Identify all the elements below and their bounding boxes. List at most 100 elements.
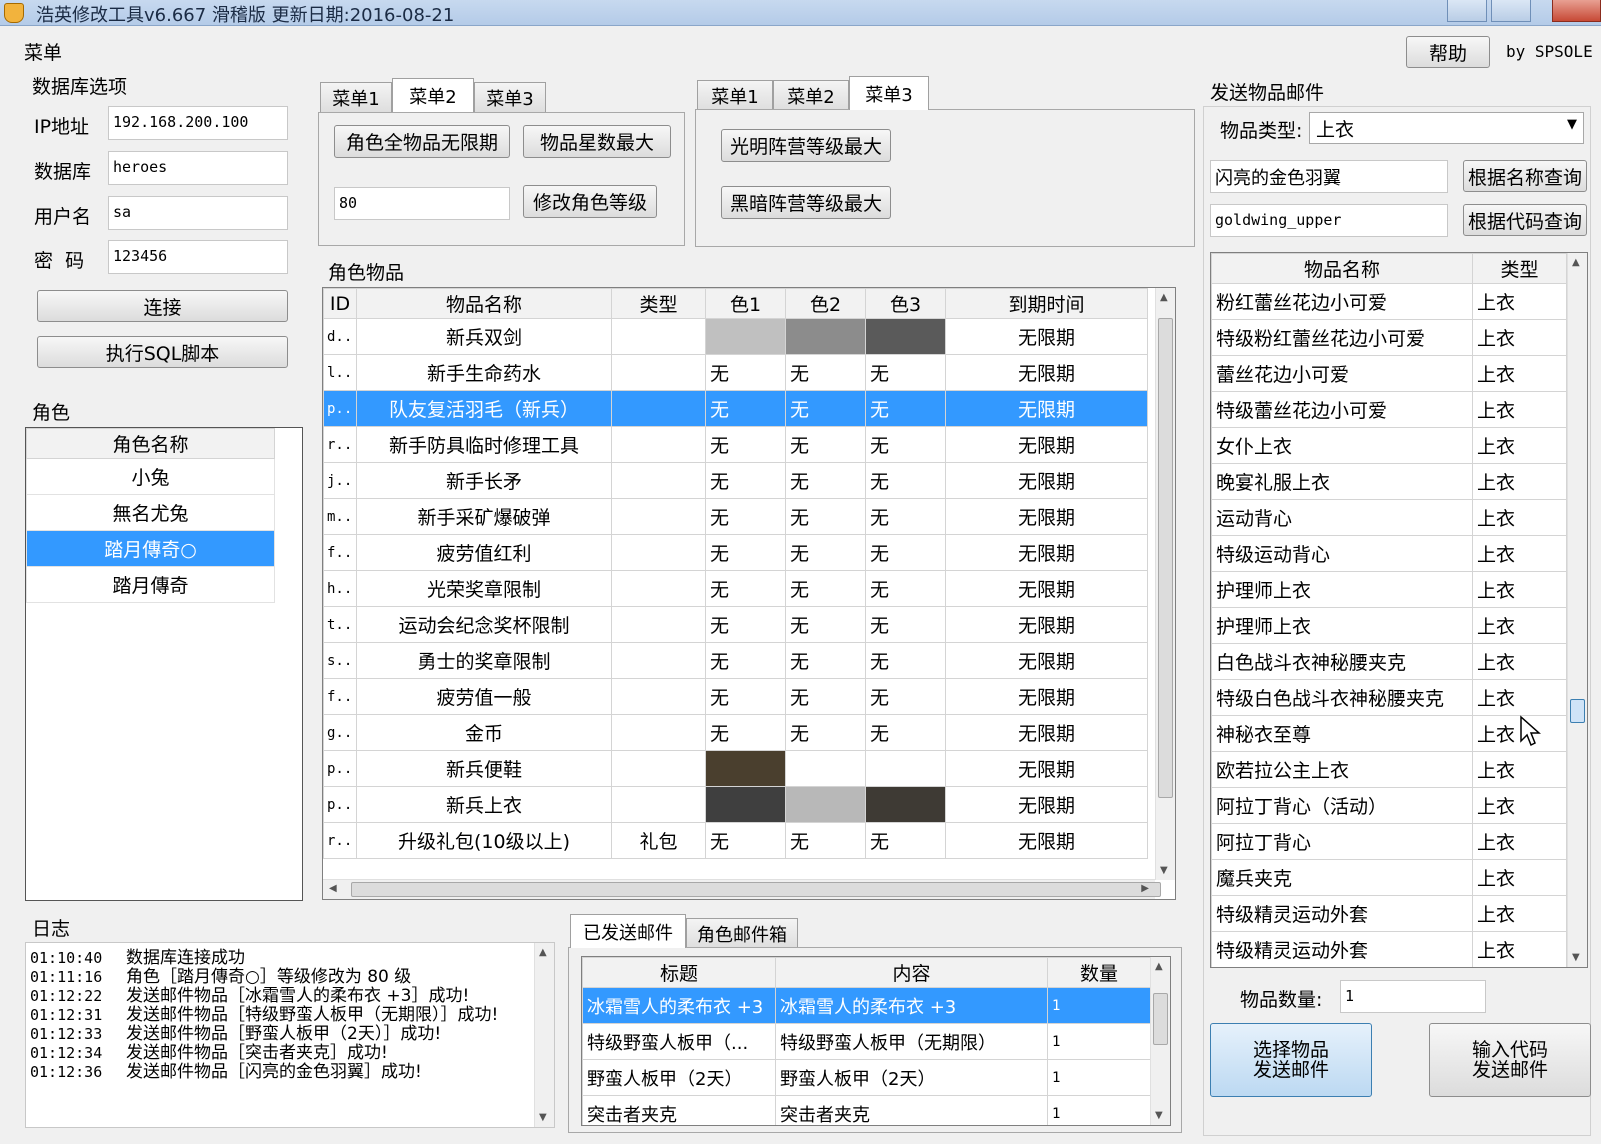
item-type[interactable] bbox=[611, 318, 706, 355]
results-scroll-down-icon[interactable]: ▼ bbox=[1572, 952, 1580, 963]
log-scroll-down-icon[interactable]: ▼ bbox=[539, 1112, 547, 1123]
mail-scroll-up-icon[interactable]: ▲ bbox=[1155, 961, 1163, 972]
item-color-3[interactable]: 无 bbox=[865, 390, 946, 427]
result-type[interactable]: 上衣 bbox=[1472, 823, 1567, 860]
item-color-3[interactable]: 无 bbox=[865, 714, 946, 751]
item-expiry[interactable]: 无限期 bbox=[945, 606, 1148, 643]
chevron-down-icon[interactable]: ▼ bbox=[1567, 117, 1577, 132]
scroll-down-icon[interactable]: ▼ bbox=[1160, 865, 1168, 876]
result-row[interactable]: 阿拉丁背心 上衣 bbox=[1211, 823, 1567, 860]
result-name[interactable]: 护理师上衣 bbox=[1211, 571, 1473, 608]
item-color-1[interactable] bbox=[705, 318, 786, 355]
color2-header[interactable]: 色2 bbox=[785, 288, 866, 319]
item-name[interactable]: 金币 bbox=[356, 714, 612, 751]
result-row[interactable]: 女仆上衣 上衣 bbox=[1211, 427, 1567, 464]
mail-title[interactable]: 野蛮人板甲（2天） bbox=[582, 1059, 776, 1096]
role-row[interactable]: 踏月傳奇 bbox=[26, 566, 275, 603]
item-id[interactable]: f.. bbox=[323, 678, 357, 715]
result-row[interactable]: 特级精灵运动外套 上衣 bbox=[1211, 895, 1567, 932]
result-name[interactable]: 蕾丝花边小可爱 bbox=[1211, 355, 1473, 392]
item-color-2[interactable]: 无 bbox=[785, 390, 866, 427]
results-scroll-thumb[interactable] bbox=[1570, 699, 1585, 723]
role-name[interactable]: 踏月傳奇 bbox=[26, 566, 275, 603]
item-color-2[interactable]: 无 bbox=[785, 570, 866, 607]
color3-header[interactable]: 色3 bbox=[865, 288, 946, 319]
item-color-1[interactable] bbox=[705, 786, 786, 823]
result-type[interactable]: 上衣 bbox=[1472, 463, 1567, 500]
tab-sent-mail[interactable]: 已发送邮件 bbox=[570, 914, 686, 948]
result-type-header[interactable]: 类型 bbox=[1472, 253, 1567, 284]
result-name[interactable]: 特级蕾丝花边小可爱 bbox=[1211, 391, 1473, 428]
scroll-right-icon[interactable]: ▶ bbox=[1141, 883, 1149, 894]
result-row[interactable]: 白色战斗衣神秘腰夹克 上衣 bbox=[1211, 643, 1567, 680]
mail-scrollbar[interactable]: ▲ ▼ bbox=[1150, 957, 1170, 1125]
result-name[interactable]: 神秘衣至尊 bbox=[1211, 715, 1473, 752]
result-row[interactable]: 阿拉丁背心（活动） 上衣 bbox=[1211, 787, 1567, 824]
result-type[interactable]: 上衣 bbox=[1472, 787, 1567, 824]
mail-row[interactable]: 特级野蛮人板甲（... 特级野蛮人板甲（无期限） 1 bbox=[582, 1023, 1151, 1060]
item-row[interactable]: l.. 新手生命药水无无无无限期 bbox=[323, 354, 1148, 391]
mail-qty[interactable]: 1 bbox=[1047, 1059, 1151, 1096]
mail-row[interactable]: 冰霜雪人的柔布衣 +3 冰霜雪人的柔布衣 +3 1 bbox=[582, 987, 1151, 1024]
item-color-3[interactable]: 无 bbox=[865, 606, 946, 643]
result-row[interactable]: 魔兵夹克 上衣 bbox=[1211, 859, 1567, 896]
close-button[interactable] bbox=[1552, 0, 1601, 22]
item-name[interactable]: 勇士的奖章限制 bbox=[356, 642, 612, 679]
dark-camp-max-button[interactable]: 黑暗阵营等级最大 bbox=[721, 186, 891, 219]
item-row[interactable]: s.. 勇士的奖章限制无无无无限期 bbox=[323, 642, 1148, 679]
help-button[interactable]: 帮助 bbox=[1406, 36, 1490, 68]
mail-title[interactable]: 冰霜雪人的柔布衣 +3 bbox=[582, 987, 776, 1024]
role-row[interactable]: 踏月傳奇○ bbox=[26, 530, 275, 567]
result-name[interactable]: 阿拉丁背心 bbox=[1211, 823, 1473, 860]
item-type[interactable] bbox=[611, 354, 706, 391]
item-type[interactable] bbox=[611, 462, 706, 499]
item-color-1[interactable]: 无 bbox=[705, 462, 786, 499]
item-color-2[interactable]: 无 bbox=[785, 606, 866, 643]
item-id[interactable]: j.. bbox=[323, 462, 357, 499]
color1-header[interactable]: 色1 bbox=[705, 288, 786, 319]
items-horizontal-scrollbar[interactable]: ◀ ▶ bbox=[323, 879, 1161, 899]
db-name-input[interactable]: heroes bbox=[108, 151, 288, 185]
item-color-1[interactable]: 无 bbox=[705, 642, 786, 679]
item-type[interactable] bbox=[611, 498, 706, 535]
tab-b-menu2[interactable]: 菜单2 bbox=[773, 80, 849, 110]
item-row[interactable]: p.. 新兵便鞋 无限期 bbox=[323, 750, 1148, 787]
item-color-1[interactable]: 无 bbox=[705, 534, 786, 571]
log-textbox[interactable]: 01:10:40 数据库连接成功 01:11:16 角色［踏月傳奇○］等级修改为 80… bbox=[25, 942, 555, 1128]
result-row[interactable]: 护理师上衣 上衣 bbox=[1211, 571, 1567, 608]
role-name[interactable]: 無名尤兔 bbox=[26, 494, 275, 531]
item-color-3[interactable]: 无 bbox=[865, 822, 946, 859]
item-expiry[interactable]: 无限期 bbox=[945, 498, 1148, 535]
item-quantity-input[interactable]: 1 bbox=[1340, 980, 1486, 1013]
role-name[interactable]: 小兔 bbox=[26, 458, 275, 495]
mail-scroll-thumb[interactable] bbox=[1153, 993, 1168, 1045]
result-row[interactable]: 特级蕾丝花边小可爱 上衣 bbox=[1211, 391, 1567, 428]
connect-button[interactable]: 连接 bbox=[37, 290, 288, 322]
item-row[interactable]: f.. 疲劳值红利无无无无限期 bbox=[323, 534, 1148, 571]
result-name[interactable]: 特级精灵运动外套 bbox=[1211, 931, 1473, 967]
result-type[interactable]: 上衣 bbox=[1472, 931, 1567, 967]
item-name-input[interactable]: 闪亮的金色羽翼 bbox=[1210, 160, 1448, 193]
item-name[interactable]: 光荣奖章限制 bbox=[356, 570, 612, 607]
result-row[interactable]: 晚宴礼服上衣 上衣 bbox=[1211, 463, 1567, 500]
result-name[interactable]: 特级白色战斗衣神秘腰夹克 bbox=[1211, 679, 1473, 716]
item-type[interactable] bbox=[611, 426, 706, 463]
item-type[interactable] bbox=[611, 786, 706, 823]
mail-content[interactable]: 突击者夹克 bbox=[775, 1095, 1048, 1125]
item-color-3[interactable]: 无 bbox=[865, 534, 946, 571]
ip-input[interactable]: 192.168.200.100 bbox=[108, 106, 288, 140]
minimize-button[interactable] bbox=[1447, 0, 1487, 22]
tab-a-menu1[interactable]: 菜单1 bbox=[320, 82, 392, 112]
item-expiry[interactable]: 无限期 bbox=[945, 642, 1148, 679]
result-type[interactable]: 上衣 bbox=[1472, 751, 1567, 788]
item-type[interactable] bbox=[611, 570, 706, 607]
item-color-1[interactable]: 无 bbox=[705, 390, 786, 427]
result-type[interactable]: 上衣 bbox=[1472, 499, 1567, 536]
result-type[interactable]: 上衣 bbox=[1472, 643, 1567, 680]
expiry-header[interactable]: 到期时间 bbox=[945, 288, 1148, 319]
results-scrollbar[interactable]: ▲ ▼ bbox=[1567, 253, 1587, 967]
item-type[interactable]: 礼包 bbox=[611, 822, 706, 859]
item-name[interactable]: 新手长矛 bbox=[356, 462, 612, 499]
tab-a-menu2[interactable]: 菜单2 bbox=[392, 78, 474, 112]
id-header[interactable]: ID bbox=[323, 288, 357, 319]
